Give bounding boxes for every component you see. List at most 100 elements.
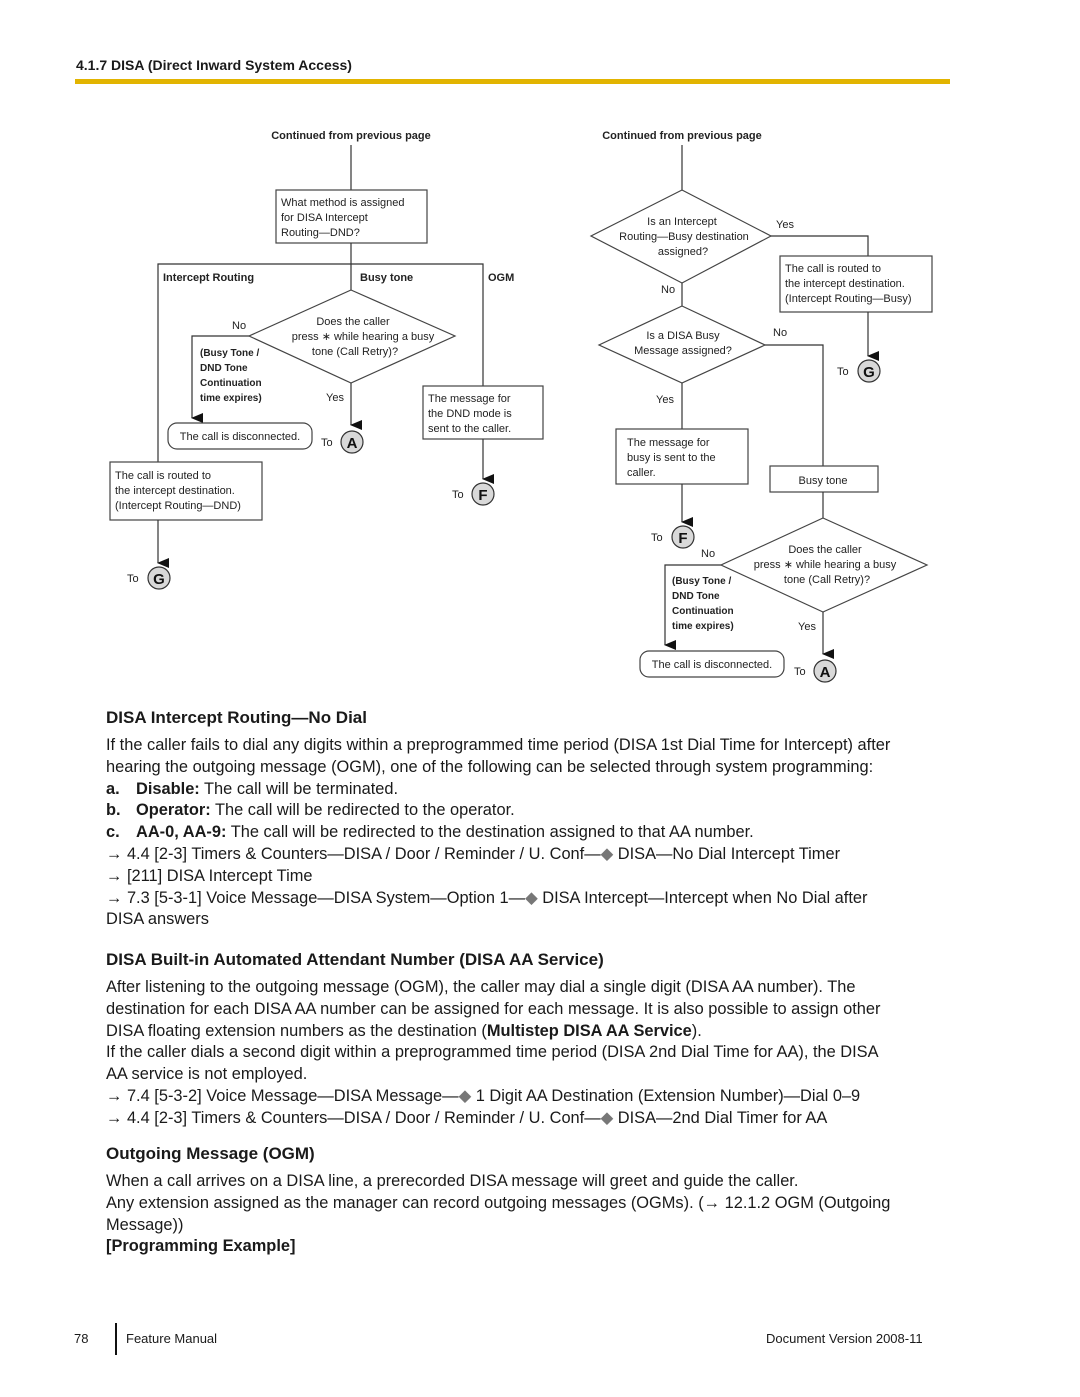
reference-link[interactable]: Any extension assigned as the manager ca… (106, 1193, 956, 1215)
left-continued-label: Continued from previous page (271, 130, 431, 142)
left-flowchart: Continued from previous page What method… (109, 130, 544, 590)
to-label: To (794, 666, 806, 678)
yes-label: Yes (798, 621, 816, 633)
box-text: the intercept destination. (115, 485, 235, 497)
no-label: No (701, 548, 715, 560)
diamond-icon: ◆ (525, 888, 538, 907)
to-label: To (321, 437, 333, 449)
diamond-icon: ◆ (458, 1086, 472, 1105)
decision-text: press ∗ while hearing a busy (292, 331, 435, 343)
connector-f-label: F (678, 530, 687, 547)
box-text: busy is sent to the (627, 452, 716, 464)
paragraph-line: After listening to the outgoing message … (106, 978, 856, 996)
diamond-icon: ◆ (600, 844, 614, 863)
paragraph-line: DISA floating extension numbers as the d… (106, 1021, 956, 1043)
connector-g-label: G (863, 364, 875, 381)
paragraph-line: DISA answers (106, 910, 209, 929)
box-text: (Intercept Routing—Busy) (785, 293, 912, 305)
reference-text: DISA Intercept—Intercept when No Dial af… (537, 888, 868, 907)
yes-label: Yes (776, 219, 794, 231)
ogm-heading: Outgoing Message (OGM) (106, 1144, 315, 1163)
box-text: sent to the caller. (428, 423, 511, 435)
to-label: To (127, 573, 139, 585)
option-term: AA-0, AA-9: (136, 823, 227, 842)
option-text: The call will be redirected to the opera… (210, 801, 515, 820)
option-operator: b. Operator: The call will be redirected … (106, 800, 956, 822)
to-label: To (452, 489, 464, 501)
timeout-note: (Busy Tone / (200, 348, 259, 359)
connector-g-label: G (153, 571, 165, 588)
box-text: caller. (627, 467, 656, 479)
option-term: Operator: (136, 801, 211, 820)
no-label: No (773, 327, 787, 339)
text-span: ). (691, 1021, 702, 1040)
decision-text: Is a DISA Busy (646, 330, 720, 342)
no-dial-section: If the caller fails to dial any digits w… (106, 735, 956, 931)
paragraph-line: If the caller fails to dial any digits w… (106, 736, 891, 754)
box-text: The call is routed to (785, 263, 881, 275)
branch-intercept-label: Intercept Routing (163, 272, 254, 284)
connector-f-label: F (478, 487, 487, 504)
to-label: To (651, 532, 663, 544)
no-label: No (232, 320, 246, 332)
bold-term: Multistep DISA AA Service (486, 1021, 692, 1040)
text-span: DISA floating extension numbers as the d… (106, 1021, 487, 1040)
footer-divider (115, 1323, 117, 1355)
flowchart: Continued from previous page What method… (109, 130, 933, 683)
box-text: The call is routed to (115, 470, 211, 482)
option-letter: a. (106, 779, 120, 798)
paragraph-line: Message)) (106, 1215, 184, 1234)
box-text: for DISA Intercept (281, 212, 368, 224)
document-version: Document Version 2008-11 (766, 1331, 923, 1346)
right-flowchart: Continued from previous page Is an Inter… (589, 130, 933, 683)
connector-a-label: A (347, 435, 358, 452)
yes-label: Yes (656, 394, 674, 406)
diamond-icon: ◆ (600, 1108, 614, 1127)
reference-text: → 7.4 [5-3-2] Voice Message—DISA Message… (106, 1086, 459, 1105)
decision-text: tone (Call Retry)? (784, 574, 870, 586)
paragraph-line: hearing the outgoing message (OGM), one … (106, 757, 874, 776)
box-text: the DND mode is (428, 408, 512, 420)
no-dial-heading: DISA Intercept Routing—No Dial (106, 708, 367, 727)
box-text: the intercept destination. (785, 278, 905, 290)
option-disable: a. Disable: The call will be terminated. (106, 779, 956, 801)
box-text: Routing—DND? (281, 227, 360, 239)
reference-link[interactable]: → 4.4 [2-3] Timers & Counters—DISA / Doo… (106, 1108, 956, 1130)
decision-text: press ∗ while hearing a busy (754, 559, 897, 571)
decision-text: assigned? (658, 246, 708, 258)
timeout-note: DND Tone (200, 363, 248, 374)
reference-text: DISA—2nd Dial Timer for AA (613, 1108, 828, 1127)
reference-link[interactable]: → [211] DISA Intercept Time (106, 866, 956, 888)
no-line (765, 344, 824, 466)
decision-text: Is an Intercept (647, 216, 717, 228)
reference-text: → 4.4 [2-3] Timers & Counters—DISA / Doo… (106, 844, 601, 863)
ogm-section: When a call arrives on a DISA line, a pr… (106, 1171, 956, 1258)
paragraph-line: When a call arrives on a DISA line, a pr… (106, 1172, 799, 1190)
reference-text: → [211] DISA Intercept Time (106, 866, 313, 885)
box-text: Busy tone (799, 475, 848, 487)
paragraph-line: destination for each DISA AA number can … (106, 999, 881, 1018)
box-text: The message for (428, 393, 511, 405)
decision-text: Does the caller (316, 316, 390, 328)
reference-link[interactable]: → 7.4 [5-3-2] Voice Message—DISA Message… (106, 1086, 956, 1108)
programming-example-heading: [Programming Example] (106, 1237, 296, 1256)
decision-text: Routing—Busy destination (619, 231, 749, 243)
timeout-note: DND Tone (672, 591, 720, 602)
reference-link[interactable]: → 7.3 [5-3-1] Voice Message—DISA System—… (106, 888, 956, 910)
option-term: Disable: (136, 779, 200, 798)
box-text: (Intercept Routing—DND) (115, 500, 241, 512)
branch-busy-label: Busy tone (360, 272, 413, 284)
paragraph-line: AA service is not employed. (106, 1065, 308, 1084)
reference-text: → 4.4 [2-3] Timers & Counters—DISA / Doo… (106, 1108, 601, 1127)
option-text: The call will be terminated. (199, 779, 399, 798)
option-aa: c. AA-0, AA-9: The call will be redirecte… (106, 822, 956, 844)
to-label: To (837, 366, 849, 378)
timeout-note: Continuation (672, 606, 734, 617)
reference-link[interactable]: → 4.4 [2-3] Timers & Counters—DISA / Doo… (106, 844, 956, 866)
right-continued-label: Continued from previous page (602, 130, 762, 142)
branch-ogm-label: OGM (488, 272, 514, 284)
timeout-note: (Busy Tone / (672, 576, 731, 587)
terminal-text: The call is disconnected. (180, 431, 300, 443)
yes-line (771, 235, 869, 256)
timeout-note: time expires) (672, 621, 734, 632)
